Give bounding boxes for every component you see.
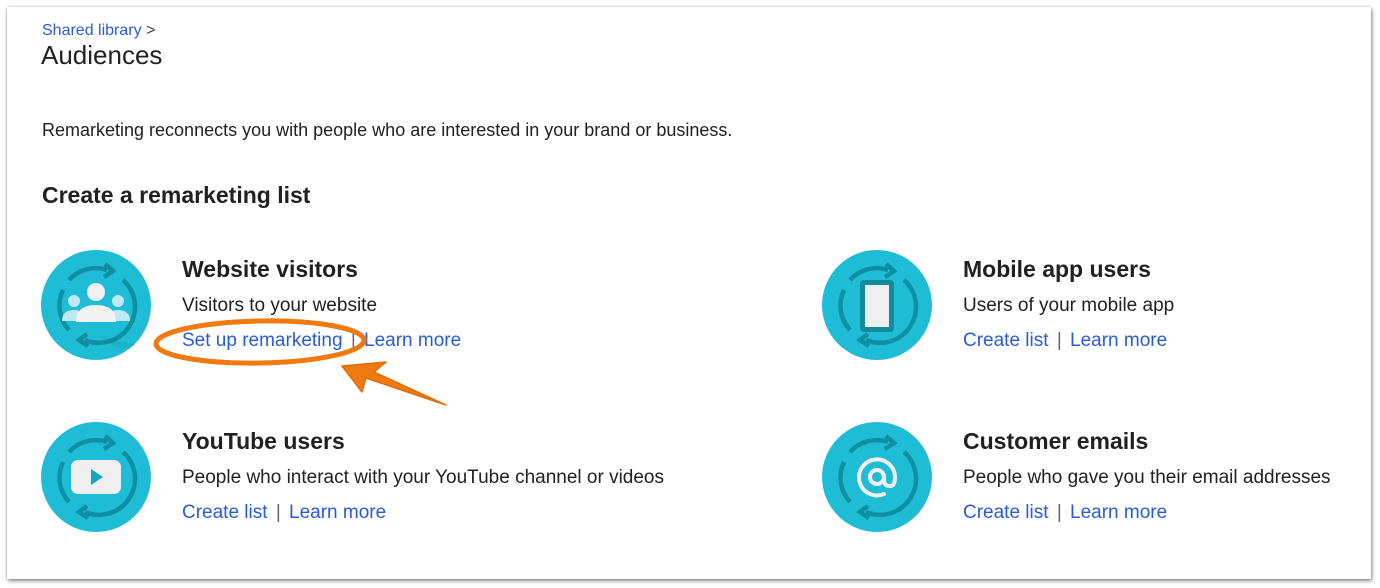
intro-text: Remarketing reconnects you with people w…	[42, 120, 733, 140]
at-sign-icon	[822, 422, 932, 532]
breadcrumb-shared-library-link[interactable]: Shared library	[42, 22, 142, 39]
link-separator: |	[1056, 330, 1062, 351]
tile-links: Create list | Learn more	[182, 502, 386, 524]
tile-title: YouTube users	[182, 428, 345, 454]
link-separator: |	[1056, 502, 1062, 523]
tile-description: People who interact with your YouTube ch…	[182, 467, 664, 488]
breadcrumb-separator: >	[146, 22, 156, 39]
audiences-panel	[7, 7, 1371, 579]
tile-description: People who gave you their email addresse…	[963, 467, 1331, 488]
breadcrumb: Shared library >	[42, 22, 155, 40]
learn-more-link[interactable]: Learn more	[1070, 502, 1167, 523]
youtube-play-icon	[41, 422, 151, 532]
section-title: Create a remarketing list	[42, 182, 311, 208]
tile-title: Website visitors	[182, 256, 358, 282]
tile-description: Visitors to your website	[182, 295, 378, 316]
learn-more-link[interactable]: Learn more	[364, 330, 461, 351]
create-list-link[interactable]: Create list	[963, 330, 1049, 351]
link-separator: |	[350, 330, 356, 351]
learn-more-link[interactable]: Learn more	[1070, 330, 1167, 351]
tile-description: Users of your mobile app	[963, 295, 1175, 316]
people-group-icon	[41, 250, 151, 360]
tile-links: Create list | Learn more	[963, 330, 1167, 352]
learn-more-link[interactable]: Learn more	[289, 502, 386, 523]
set-up-remarketing-link[interactable]: Set up remarketing	[182, 330, 343, 351]
tile-links: Set up remarketing | Learn more	[182, 330, 461, 352]
create-list-link[interactable]: Create list	[182, 502, 268, 523]
tile-links: Create list | Learn more	[963, 502, 1167, 524]
tile-title: Customer emails	[963, 428, 1149, 454]
mobile-phone-icon	[822, 250, 932, 360]
link-separator: |	[275, 502, 281, 523]
create-list-link[interactable]: Create list	[963, 502, 1049, 523]
tile-title: Mobile app users	[963, 256, 1151, 282]
page-title: Audiences	[41, 40, 163, 70]
